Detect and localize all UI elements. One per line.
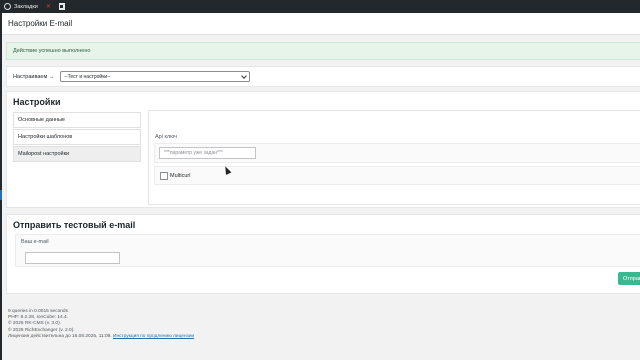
page-header: Настройки E-mail: [2, 13, 640, 35]
license-text: Лицензия действительна до 16.08.2025, 11…: [8, 333, 112, 339]
config-select-value: --Тест и настройки--: [64, 73, 111, 80]
license-link[interactable]: Инструкция по продлению лицензии: [113, 334, 194, 339]
email-input[interactable]: [25, 252, 120, 264]
page-title: Настройки E-mail: [8, 19, 73, 28]
config-select[interactable]: --Тест и настройки--: [60, 71, 251, 82]
admin-topbar: Закладки ✕: [0, 0, 640, 13]
close-icon: ✕: [45, 4, 51, 10]
document-icon-button[interactable]: [55, 0, 69, 13]
send-button[interactable]: Отправить: [618, 272, 640, 285]
config-bar: Настраиваем → --Тест и настройки--: [6, 66, 640, 87]
multicurl-checkbox[interactable]: [160, 171, 168, 180]
tab-basic-data[interactable]: Основные данные: [13, 112, 141, 128]
admin-sidebar: [0, 13, 2, 360]
close-icon-button[interactable]: ✕: [42, 0, 55, 13]
tab-templates[interactable]: Настройки шаблонов: [13, 129, 141, 145]
sidebar-active-marker: [0, 190, 2, 200]
test-email-title: Отправить тестовый e-mail: [13, 220, 136, 230]
site-icon: [4, 3, 11, 10]
bookmarks-label: Закладки: [14, 3, 38, 10]
api-key-label: Api ключ: [155, 134, 178, 140]
api-key-input[interactable]: ***параметр уже задан***: [159, 147, 256, 159]
config-label: Настраиваем →: [13, 73, 55, 80]
footer: 9 queries in 0.0015 seconds PHP: 8.2.28,…: [8, 309, 194, 340]
notice-text: Действие успешно выполнено: [13, 48, 91, 54]
settings-title: Настройки: [13, 97, 61, 107]
bookmarks-menu[interactable]: Закладки: [0, 0, 42, 13]
settings-panel: Настройки Основные данные Настройки шабл…: [6, 91, 640, 208]
tab-content: Api ключ ***параметр уже задан*** Multic…: [148, 110, 640, 205]
email-label: Ваш e-mail: [21, 239, 49, 245]
multicurl-label: Multicurl: [170, 172, 191, 179]
tab-mailopost[interactable]: Mailopost настройки: [13, 146, 141, 162]
success-notice: Действие успешно выполнено: [6, 42, 640, 60]
footer-license: Лицензия действительна до 16.08.2025, 11…: [8, 334, 194, 340]
email-row: Ваш e-mail: [15, 234, 640, 267]
api-key-row: ***параметр уже задан***: [154, 143, 640, 163]
settings-tabs: Основные данные Настройки шаблонов Mailo…: [13, 112, 141, 163]
test-email-panel: Отправить тестовый e-mail Ваш e-mail Отп…: [6, 214, 640, 294]
document-icon: [58, 3, 65, 10]
chevron-down-icon: [241, 72, 248, 79]
